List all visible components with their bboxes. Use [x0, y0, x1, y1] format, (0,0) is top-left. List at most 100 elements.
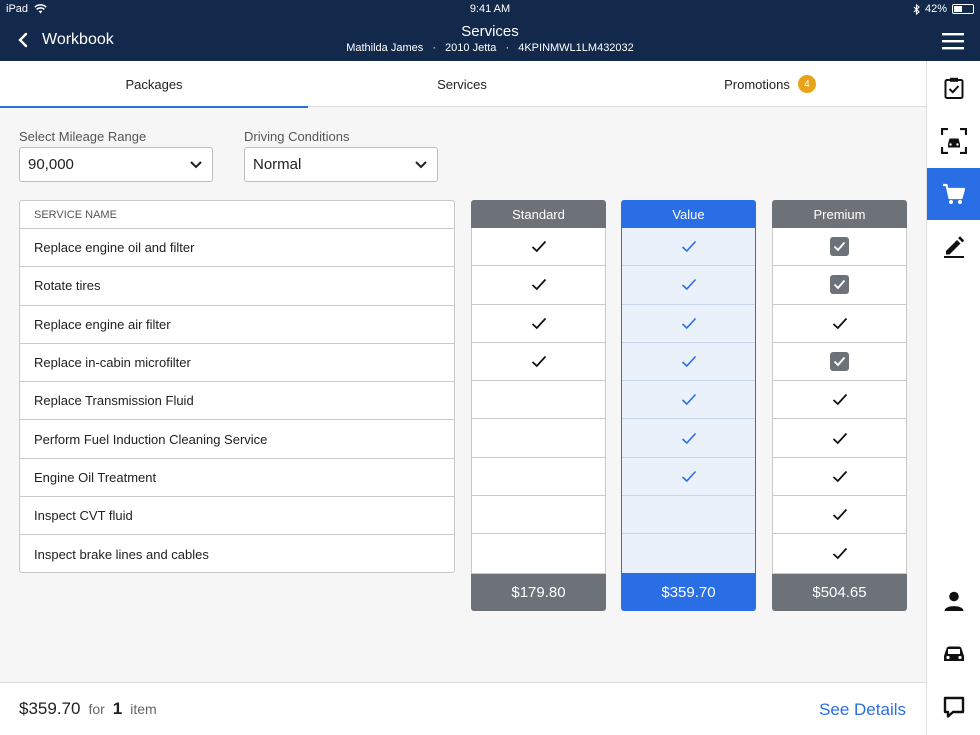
package-cell	[472, 228, 605, 267]
package-cell	[472, 266, 605, 305]
item-label: item	[130, 701, 157, 717]
bluetooth-icon	[913, 3, 920, 15]
service-row: Perform Fuel Induction Cleaning Service	[20, 420, 454, 459]
package-cell[interactable]	[773, 228, 906, 267]
customer-name: Mathilda James	[346, 42, 424, 54]
tab-promotions[interactable]: Promotions 4	[616, 61, 924, 107]
tab-label: Services	[437, 76, 487, 92]
package-cells	[772, 228, 907, 574]
menu-button[interactable]	[942, 32, 964, 55]
right-rail	[926, 61, 980, 735]
chevron-down-icon	[415, 160, 427, 168]
package-price: $179.80	[471, 573, 606, 611]
package-name: Standard	[471, 200, 606, 228]
checkmark-icon	[832, 509, 847, 521]
package-cell	[773, 496, 906, 535]
rail-chat-button[interactable]	[927, 681, 980, 733]
checkmark-icon	[681, 432, 696, 444]
rail-customer-button[interactable]	[927, 575, 980, 627]
tab-bar: Packages Services Promotions 4	[0, 61, 926, 108]
service-row: Replace engine oil and filter	[20, 229, 454, 268]
checkmark-icon	[531, 279, 546, 291]
package-cells	[621, 228, 756, 574]
tab-services[interactable]: Services	[308, 61, 616, 107]
service-row: Engine Oil Treatment	[20, 459, 454, 498]
rail-vehicle-button[interactable]	[927, 628, 980, 680]
rail-checklist-button[interactable]	[927, 62, 980, 114]
package-cell[interactable]	[773, 266, 906, 305]
package-cell	[622, 343, 755, 382]
rail-vehicle-scan-button[interactable]	[927, 115, 980, 167]
edit-icon	[944, 236, 965, 258]
package-cell	[622, 266, 755, 305]
rail-cart-button[interactable]	[927, 168, 980, 220]
title-block: Services Mathilda James · 2010 Jetta · 4…	[0, 23, 980, 54]
package-price: $359.70	[621, 573, 756, 611]
package-premium[interactable]: Premium $504.65	[772, 200, 907, 611]
cart-footer: $359.70 for 1 item See Details	[0, 682, 926, 735]
checked-box-icon	[830, 352, 849, 372]
package-name: Premium	[772, 200, 907, 228]
for-label: for	[88, 701, 105, 717]
checkmark-icon	[681, 394, 696, 406]
conditions-label: Driving Conditions	[244, 129, 350, 144]
battery-percent: 42%	[924, 3, 947, 15]
service-row: Inspect brake lines and cables	[34, 547, 209, 563]
tab-label: Packages	[125, 76, 183, 92]
checkmark-icon	[681, 317, 696, 329]
package-cell	[472, 381, 605, 420]
package-cells	[471, 228, 606, 574]
package-cell	[773, 305, 906, 343]
package-standard[interactable]: Standard $179.80	[471, 200, 606, 611]
mileage-select[interactable]: 90,000	[19, 147, 213, 182]
cart-total: $359.70	[19, 699, 81, 718]
mileage-value: 90,000	[28, 156, 74, 173]
package-cell	[622, 496, 755, 535]
person-icon	[944, 591, 964, 611]
package-cell	[773, 458, 906, 497]
checkmark-icon	[832, 470, 847, 483]
package-cell	[472, 419, 605, 458]
service-row: Replace in-cabin microfilter	[20, 344, 454, 383]
checkmark-icon	[832, 432, 847, 444]
package-cell	[472, 496, 605, 535]
package-cell[interactable]	[773, 343, 906, 382]
package-cell	[622, 305, 755, 343]
package-cell	[472, 458, 605, 497]
separator: ·	[432, 42, 436, 54]
vehicle-name: 2010 Jetta	[445, 42, 497, 54]
page-subtitle: Mathilda James · 2010 Jetta · 4KPINMWL1L…	[0, 42, 980, 54]
package-cell	[773, 534, 906, 572]
item-count: 1	[112, 699, 123, 718]
vehicle-vin: 4KPINMWL1LM432032	[518, 42, 634, 54]
checked-box-icon	[830, 237, 849, 257]
vehicle-scan-icon	[941, 128, 967, 154]
package-price: $504.65	[772, 573, 907, 611]
rail-edit-button[interactable]	[927, 221, 980, 273]
checkmark-icon	[832, 317, 847, 330]
service-row: Rotate tires	[20, 267, 454, 306]
package-cell	[472, 343, 605, 382]
hamburger-icon	[942, 33, 964, 50]
clipboard-check-icon	[944, 77, 964, 99]
tab-packages[interactable]: Packages	[0, 61, 308, 108]
package-cell	[472, 305, 605, 343]
separator: ·	[505, 42, 510, 54]
package-value[interactable]: Value $359.70	[621, 200, 756, 611]
conditions-value: Normal	[253, 156, 302, 173]
checkmark-icon	[832, 547, 847, 560]
status-time: 9:41 AM	[469, 3, 511, 15]
cart-icon	[943, 183, 966, 204]
chevron-down-icon	[190, 160, 202, 168]
checkmark-icon	[531, 317, 546, 330]
checked-box-icon	[830, 275, 849, 295]
car-icon	[944, 646, 964, 661]
promotions-badge: 4	[797, 75, 816, 93]
conditions-select[interactable]: Normal	[244, 147, 438, 182]
service-name-table: SERVICE NAME Replace engine oil and filt…	[19, 200, 455, 573]
see-details-link[interactable]: See Details	[819, 700, 906, 720]
status-right: 42%	[913, 3, 974, 15]
package-name: Value	[621, 200, 756, 228]
package-cell	[472, 534, 605, 572]
package-cell	[622, 381, 755, 420]
